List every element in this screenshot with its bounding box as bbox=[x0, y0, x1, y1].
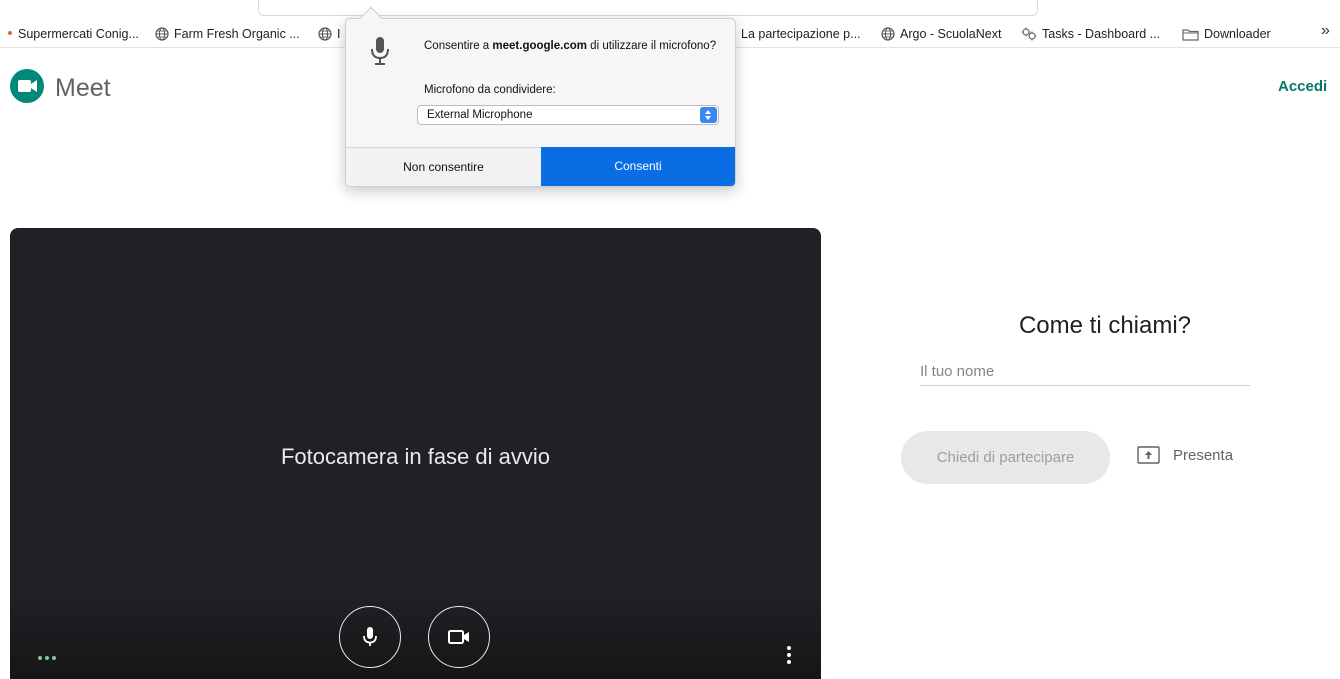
allow-label: Consenti bbox=[614, 159, 662, 173]
allow-button[interactable]: Consenti bbox=[541, 147, 735, 186]
bookmark-label: Supermercati Conig... bbox=[18, 27, 139, 41]
bookmark-label: Argo - ScuolaNext bbox=[900, 27, 1002, 41]
controls-shade bbox=[10, 589, 821, 679]
bookmark-downloader-folder[interactable]: Downloader bbox=[1182, 24, 1271, 44]
app-title: Meet bbox=[55, 74, 111, 102]
sign-in-link[interactable]: Accedi bbox=[1278, 78, 1327, 95]
microphone-toggle-button[interactable] bbox=[339, 606, 401, 668]
bookmark-favicon-dot bbox=[8, 31, 12, 35]
deny-label: Non consentire bbox=[403, 160, 484, 174]
name-input[interactable] bbox=[920, 358, 1250, 386]
bookmark-label: I bbox=[337, 27, 341, 41]
microphone-icon bbox=[363, 627, 377, 646]
folder-icon bbox=[1182, 28, 1199, 41]
microphone-icon bbox=[371, 37, 389, 65]
present-screen-icon bbox=[1137, 446, 1160, 464]
requesting-site: meet.google.com bbox=[492, 40, 587, 52]
bookmark-partial[interactable]: I bbox=[318, 24, 340, 44]
globe-icon bbox=[155, 27, 169, 41]
more-options-horizontal-icon[interactable] bbox=[38, 656, 56, 660]
permission-question: Consentire a meet.google.com di utilizza… bbox=[424, 39, 724, 53]
device-select-label: Microfono da condividere: bbox=[424, 84, 556, 96]
bookmark-supermercati[interactable]: Supermercati Conig... bbox=[18, 24, 139, 44]
bookmark-label: Farm Fresh Organic ... bbox=[174, 27, 300, 41]
select-arrows-icon bbox=[700, 107, 717, 123]
bookmark-tasks[interactable]: Tasks - Dashboard ... bbox=[1021, 24, 1160, 44]
bookmark-partecipazione[interactable]: La partecipazione p... bbox=[733, 24, 861, 44]
question-suffix: di utilizzare il microfono? bbox=[586, 40, 717, 52]
bookmark-farm-fresh[interactable]: Farm Fresh Organic ... bbox=[155, 24, 300, 44]
globe-icon bbox=[881, 27, 895, 41]
bookmark-label: Tasks - Dashboard ... bbox=[1042, 27, 1161, 41]
present-label: Presenta bbox=[1173, 446, 1234, 464]
bookmark-argo[interactable]: Argo - ScuolaNext bbox=[881, 24, 1001, 44]
deny-button[interactable]: Non consentire bbox=[346, 147, 541, 186]
microphone-device-select[interactable]: External Microphone bbox=[417, 105, 719, 125]
ask-to-join-button[interactable]: Chiedi di partecipare bbox=[901, 431, 1110, 484]
gear-cluster-icon bbox=[1021, 27, 1037, 41]
bookmarks-overflow-chevron-icon[interactable]: » bbox=[1321, 22, 1330, 40]
camera-toggle-button[interactable] bbox=[428, 606, 490, 668]
meet-logo-icon bbox=[10, 69, 44, 103]
bookmark-label: Downloader bbox=[1204, 27, 1271, 41]
present-button[interactable]: Presenta bbox=[1137, 446, 1233, 464]
more-options-vertical-icon[interactable] bbox=[787, 646, 791, 664]
camera-preview: Fotocamera in fase di avvio bbox=[10, 228, 821, 679]
ask-to-join-label: Chiedi di partecipare bbox=[936, 449, 1075, 466]
question-prefix: Consentire a bbox=[424, 40, 493, 52]
camera-status-text: Fotocamera in fase di avvio bbox=[280, 444, 551, 469]
video-camera-icon bbox=[448, 630, 469, 644]
join-heading: Come ti chiami? bbox=[1018, 312, 1192, 339]
globe-icon bbox=[318, 27, 332, 41]
bookmark-label: La partecipazione p... bbox=[741, 27, 861, 41]
selected-device: External Microphone bbox=[427, 109, 533, 121]
